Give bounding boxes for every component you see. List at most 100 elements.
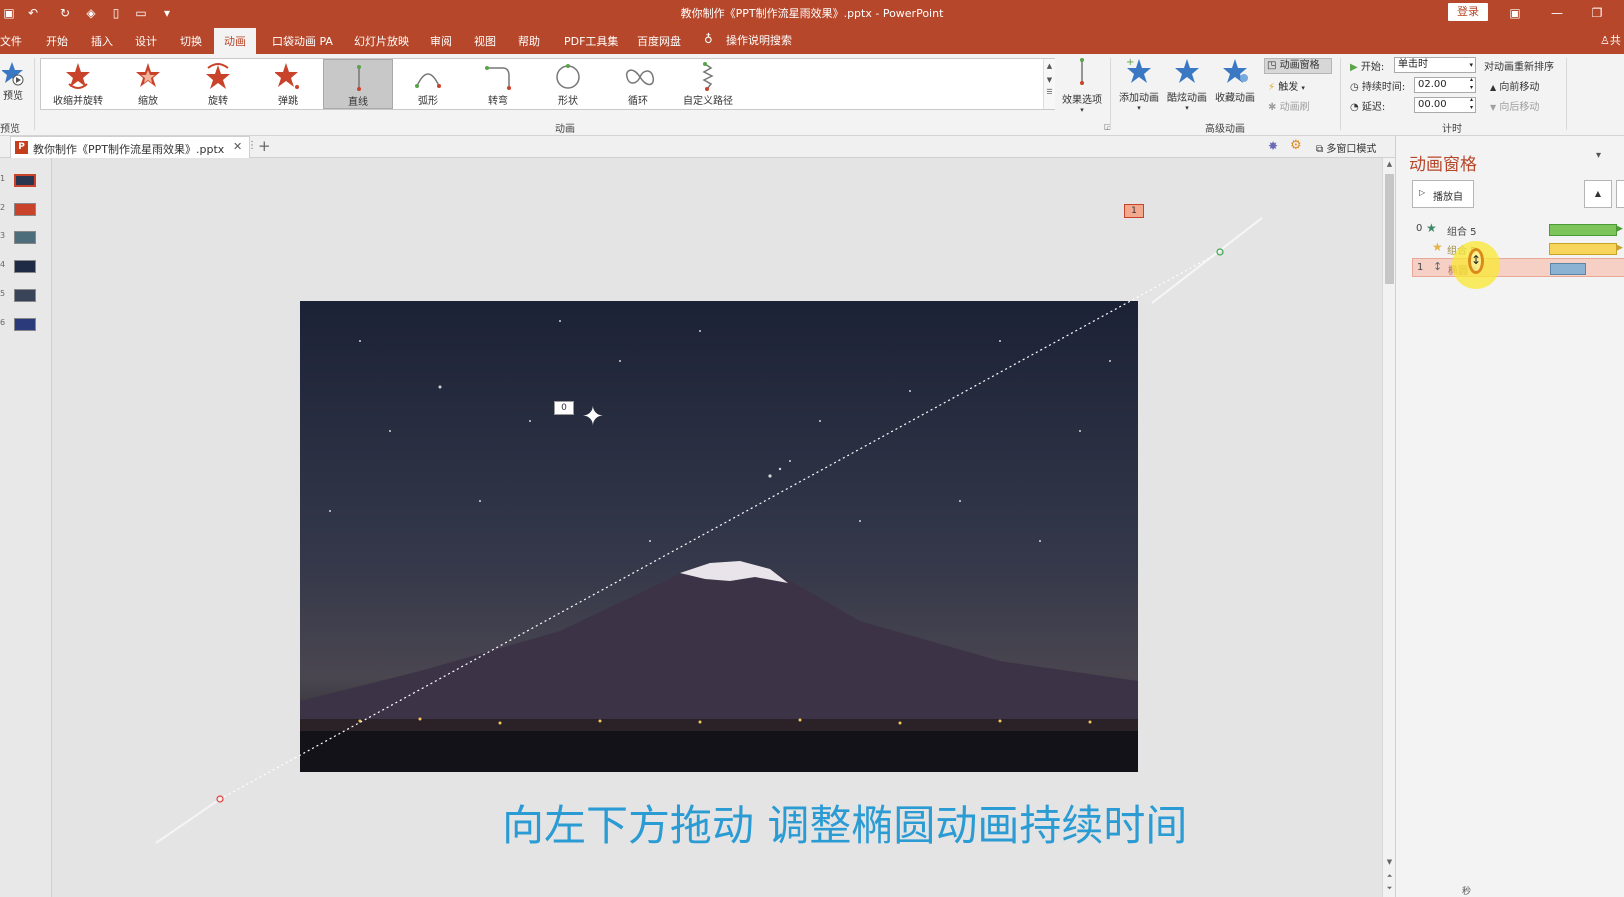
- duration-spinner-icon[interactable]: ▴ ▾: [1470, 76, 1473, 92]
- effect-options-button[interactable]: 效果选项 ▾: [1060, 56, 1104, 114]
- delay-input[interactable]: 00.00 ▴ ▾: [1414, 96, 1476, 113]
- pane-options-icon[interactable]: ▾: [1596, 150, 1601, 161]
- tab-pocket-animation[interactable]: 口袋动画 PA: [272, 33, 333, 49]
- tab-pdf-tools[interactable]: PDF工具集: [564, 33, 618, 49]
- login-button[interactable]: 登录: [1448, 3, 1488, 21]
- ribbon-separator: [1340, 58, 1341, 130]
- tutorial-caption: 向左下方拖动 调整椭圆动画持续时间: [502, 801, 1188, 850]
- timeline-bar[interactable]: [1550, 263, 1586, 275]
- effect-options-icon: [1080, 58, 1084, 85]
- slide-thumbnail[interactable]: [14, 260, 36, 273]
- bar-arrow-icon: ▶: [1616, 224, 1623, 234]
- emphasis-star-icon: ★: [1432, 240, 1443, 254]
- anim-zoom[interactable]: 缩放: [113, 59, 183, 109]
- anim-line[interactable]: 直线: [323, 59, 393, 109]
- multi-window-button[interactable]: ⧉ 多窗口模式: [1316, 140, 1376, 155]
- gallery-down-icon[interactable]: ▼: [1044, 76, 1055, 84]
- document-tab[interactable]: P 教你制作《PPT制作流星雨效果》.pptx ✕ ⋮: [10, 136, 257, 158]
- new-tab-icon[interactable]: +: [258, 137, 271, 155]
- share-button[interactable]: ♙共: [1600, 32, 1621, 48]
- slide-thumbnail[interactable]: [14, 174, 36, 187]
- add-animation-dropdown-icon: ▾: [1137, 104, 1141, 112]
- tell-me-search[interactable]: 操作说明搜索: [726, 32, 792, 48]
- anim-turn[interactable]: 转弯: [463, 59, 533, 109]
- move-up-icon[interactable]: ▲: [1584, 180, 1612, 208]
- spin-star-icon: [206, 63, 230, 89]
- slide-thumbnail[interactable]: [14, 318, 36, 331]
- trigger-button[interactable]: ⚡ 触发 ▾: [1268, 78, 1305, 93]
- add-animation-button[interactable]: + 添加动画 ▾: [1116, 56, 1162, 112]
- start-dropdown-icon[interactable]: ▾: [1469, 58, 1473, 72]
- timeline-bar[interactable]: [1549, 243, 1617, 255]
- slide-thumbnail[interactable]: [14, 231, 36, 244]
- anim-spin[interactable]: 旋转: [183, 59, 253, 109]
- animation-list-item-selected[interactable]: 1 ↕ 椭圆 6: [1412, 258, 1624, 277]
- delay-spinner-icon[interactable]: ▴ ▾: [1470, 96, 1473, 112]
- gallery-scroll[interactable]: ▲ ▼ ☰: [1043, 59, 1055, 109]
- gallery-more-icon[interactable]: ☰: [1044, 88, 1055, 96]
- play-from-button[interactable]: ▷ 播放自: [1412, 180, 1474, 208]
- anim-shrink-spin[interactable]: 收缩并旋转: [43, 59, 113, 109]
- menu-bar: 文件 开始 插入 设计 切换 动画 口袋动画 PA 幻灯片放映 审阅 视图 帮助…: [0, 26, 1624, 56]
- editor-vertical-scrollbar[interactable]: ▲ ▼ ⏶ ⏷: [1382, 158, 1395, 897]
- ribbon-display-icon[interactable]: ▣: [1500, 3, 1530, 23]
- timeline-bar[interactable]: [1549, 224, 1617, 236]
- tab-design[interactable]: 设计: [135, 33, 157, 49]
- tab-view[interactable]: 视图: [474, 33, 496, 49]
- meteor-tail: [1151, 217, 1263, 304]
- close-tab-icon[interactable]: ✕: [233, 140, 242, 153]
- restore-icon[interactable]: ❐: [1582, 3, 1612, 23]
- line-path-icon: [357, 65, 361, 91]
- move-later-button[interactable]: ▼ 向后移动: [1490, 98, 1539, 113]
- animation-painter-button[interactable]: ✱ 动画刷: [1268, 98, 1310, 113]
- anim-bounce[interactable]: 弹跳: [253, 59, 323, 109]
- resize-cursor-icon: ↕: [1468, 248, 1484, 274]
- minimize-icon[interactable]: —: [1542, 3, 1572, 23]
- thumb-number: 1: [0, 174, 6, 183]
- animation-tag[interactable]: 1: [1124, 204, 1144, 218]
- slide-thumbnail[interactable]: [14, 289, 36, 302]
- tab-baidu-netdisk[interactable]: 百度网盘: [637, 33, 681, 49]
- motion-path-line[interactable]: [219, 251, 1221, 800]
- slide-thumbnail[interactable]: [14, 203, 36, 216]
- bounce-star-icon: [275, 63, 299, 89]
- thumb-number: 6: [0, 318, 6, 327]
- timeline-unit: 秒: [1462, 887, 1472, 897]
- play-icon: ▷: [1419, 188, 1426, 197]
- gallery-up-icon[interactable]: ▲: [1044, 62, 1055, 70]
- advanced-group-label: 高级动画: [1205, 124, 1245, 135]
- scroll-thumb[interactable]: [1385, 174, 1394, 284]
- tab-review[interactable]: 审阅: [430, 33, 452, 49]
- thumb-number: 4: [0, 260, 6, 269]
- tab-insert[interactable]: 插入: [91, 33, 113, 49]
- tab-file[interactable]: 文件: [0, 33, 22, 49]
- anim-shape[interactable]: 形状: [533, 59, 603, 109]
- animation-list-item[interactable]: 0 ★ 组合 5 ▶: [1412, 220, 1624, 239]
- move-earlier-button[interactable]: ▲ 向前移动: [1490, 78, 1539, 93]
- anim-custom-path[interactable]: 自定义路径: [673, 59, 743, 109]
- tab-home[interactable]: 开始: [46, 33, 68, 49]
- duration-input[interactable]: 02.00 ▴ ▾: [1414, 76, 1476, 93]
- trigger-dropdown-icon: ▾: [1301, 84, 1305, 92]
- start-select[interactable]: 单击时 ▾: [1394, 57, 1476, 73]
- animation-pane-button[interactable]: ◳ 动画窗格: [1264, 58, 1332, 74]
- anim-arc[interactable]: 弧形: [393, 59, 463, 109]
- tab-help[interactable]: 帮助: [518, 33, 540, 49]
- bar-arrow-icon: ▶: [1616, 243, 1623, 253]
- sparkle-icon[interactable]: ✸: [1268, 139, 1278, 153]
- favorite-animation-button[interactable]: 收藏动画: [1212, 56, 1258, 104]
- anim-loop[interactable]: 循环: [603, 59, 673, 109]
- cool-animation-button[interactable]: 酷炫动画 ▾: [1164, 56, 1210, 112]
- custom-path-icon: [702, 62, 714, 91]
- tab-slideshow[interactable]: 幻灯片放映: [354, 33, 409, 49]
- tab-menu-icon[interactable]: ⋮: [247, 140, 257, 151]
- animation-list-item[interactable]: ★ 组合 5 ▶: [1412, 239, 1624, 258]
- settings-gear-icon[interactable]: ⚙: [1290, 138, 1302, 153]
- trigger-icon: ⚡: [1268, 82, 1276, 93]
- tab-animations[interactable]: 动画: [214, 28, 256, 56]
- star-shape-icon[interactable]: ✦: [582, 402, 604, 432]
- move-down-button[interactable]: [1616, 180, 1624, 208]
- preview-button[interactable]: 预览: [0, 60, 26, 102]
- animation-tag[interactable]: 0: [554, 401, 574, 415]
- tab-transitions[interactable]: 切换: [180, 33, 202, 49]
